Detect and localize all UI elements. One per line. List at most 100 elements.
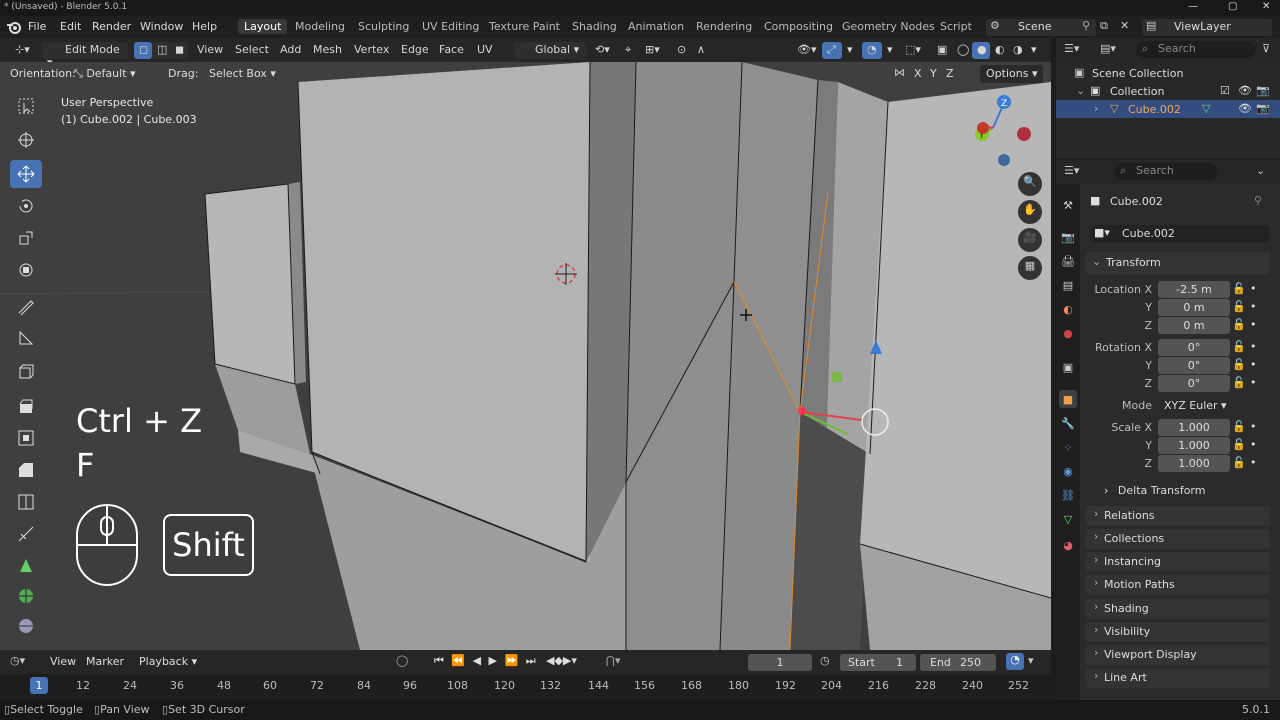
axis-orientation-gizmo[interactable]: Z Y xyxy=(960,90,1040,180)
blender-logo-icon[interactable] xyxy=(6,19,22,38)
properties-search-input[interactable]: ⌕ Search xyxy=(1114,163,1218,180)
select-box-tool-icon[interactable] xyxy=(10,92,42,120)
overlay-menu-icon[interactable]: ▾ xyxy=(882,42,898,59)
pan-hand-icon[interactable]: ✋ xyxy=(1018,200,1042,224)
eye-icon[interactable]: 👁 xyxy=(1238,102,1252,115)
eye-icon[interactable]: 👁 xyxy=(1238,84,1252,97)
render-tab-icon[interactable]: 📷 xyxy=(1059,228,1077,246)
lock-icon[interactable]: 🔓 xyxy=(1232,438,1246,451)
tab-animation[interactable]: Animation xyxy=(622,19,690,34)
menu-select[interactable]: Select xyxy=(230,42,274,59)
timeline-menu-view[interactable]: View xyxy=(50,655,76,668)
menu-face[interactable]: Face xyxy=(434,42,469,59)
menu-help[interactable]: Help xyxy=(192,20,217,33)
poly-build-tool-icon[interactable] xyxy=(10,552,42,580)
rotation-mode-dropdown[interactable]: XYZ Euler ▾ xyxy=(1158,397,1230,414)
tool-tab-icon[interactable]: ⚒ xyxy=(1059,196,1077,214)
vertex-select-mode[interactable]: ◻ xyxy=(134,42,152,59)
keyframe-dot-icon[interactable]: • xyxy=(1250,438,1257,451)
smooth-tool-icon[interactable] xyxy=(10,612,42,640)
outliner-editor-icon[interactable]: ☰▾ xyxy=(1064,42,1079,55)
3d-viewport[interactable]: Orientation: ⤡ Default ▾ Drag: Select Bo… xyxy=(0,62,1051,650)
keyframe-dot-icon[interactable]: • xyxy=(1250,282,1257,295)
spin-tool-icon[interactable] xyxy=(10,582,42,610)
measure-tool-icon[interactable] xyxy=(10,324,42,352)
camera-icon[interactable]: 📷 xyxy=(1256,84,1270,97)
tab-layout[interactable]: Layout xyxy=(238,19,288,34)
collapse-arrow-icon[interactable]: ⌄ xyxy=(1092,255,1101,268)
keyframe-dot-icon[interactable]: • xyxy=(1250,358,1257,371)
new-scene-icon[interactable]: ⧉ xyxy=(1100,19,1108,33)
mirror-y-toggle[interactable]: Y xyxy=(930,67,937,80)
xray-icon[interactable]: ▣ xyxy=(932,42,952,59)
orientation-dropdown[interactable]: ⤡ Default ▾ xyxy=(74,67,136,81)
lock-icon[interactable]: 🔓 xyxy=(1232,420,1246,433)
keyframe-jump-icon[interactable]: ◀◆▶▾ xyxy=(546,654,577,667)
tab-scripting[interactable]: Scripting xyxy=(934,19,972,34)
zoom-icon[interactable]: 🔍 xyxy=(1018,172,1042,196)
camera-view-icon[interactable]: 🎥 xyxy=(1018,228,1042,252)
filter-icon[interactable]: ⊽ xyxy=(1262,42,1270,55)
panel-shading[interactable]: Shading xyxy=(1086,599,1270,619)
tab-shading[interactable]: Shading xyxy=(566,19,623,34)
particles-tab-icon[interactable]: ⁘ xyxy=(1059,438,1077,456)
transform-tool-icon[interactable] xyxy=(10,256,42,284)
camera-icon[interactable]: 📷 xyxy=(1256,102,1270,115)
panel-line-art[interactable]: Line Art xyxy=(1086,668,1270,688)
tab-modeling[interactable]: Modeling xyxy=(289,19,351,34)
gizmo-menu-icon[interactable]: ▾ xyxy=(842,42,858,59)
properties-editor-icon[interactable]: ☰▾ xyxy=(1064,164,1079,177)
scale-z-field[interactable]: 1.000 xyxy=(1158,455,1230,472)
menu-vertex[interactable]: Vertex xyxy=(349,42,394,59)
lock-icon[interactable]: 🔓 xyxy=(1232,282,1246,295)
keyframe-dot-icon[interactable]: • xyxy=(1250,456,1257,469)
delete-scene-icon[interactable]: ✕ xyxy=(1120,19,1129,32)
scale-tool-icon[interactable] xyxy=(10,224,42,252)
keyframe-dot-icon[interactable]: • xyxy=(1250,420,1257,433)
mesh-overlay-icon[interactable]: ⬚▾ xyxy=(900,42,926,59)
loop-cut-tool-icon[interactable] xyxy=(10,488,42,516)
navigation-gizmo[interactable]: Z Y 🔍 ✋ 🎥 ▦ xyxy=(960,90,1042,280)
snap-target-icon[interactable]: ⊞▾ xyxy=(640,42,665,59)
cursor-tool-icon[interactable] xyxy=(10,126,42,154)
expand-arrow-icon[interactable]: › xyxy=(1094,102,1098,115)
menu-edit[interactable]: Edit xyxy=(60,20,81,33)
timeline-menu-marker[interactable]: Marker xyxy=(86,655,124,668)
annotate-tool-icon[interactable] xyxy=(10,292,42,320)
ortho-grid-icon[interactable]: ▦ xyxy=(1018,256,1042,280)
wireframe-shading-icon[interactable]: ◯ xyxy=(952,42,974,59)
tab-compositing[interactable]: Compositing xyxy=(758,19,839,34)
rotation-x-field[interactable]: 0° xyxy=(1158,339,1230,356)
keyframe-dot-icon[interactable]: • xyxy=(1250,340,1257,353)
location-z-field[interactable]: 0 m xyxy=(1158,317,1230,334)
scene-collection-row[interactable]: ▣ Scene Collection xyxy=(1056,64,1280,82)
options-chevron-icon[interactable]: ⌄ xyxy=(1256,164,1265,177)
physics-tab-icon[interactable]: ◉ xyxy=(1059,462,1077,480)
world-tab-icon[interactable]: ● xyxy=(1059,324,1077,342)
scene-tab-icon[interactable]: ◐ xyxy=(1059,300,1077,318)
close-icon[interactable]: ✕ xyxy=(1262,1,1270,12)
bevel-tool-icon[interactable] xyxy=(10,456,42,484)
overlay-toggle-icon[interactable]: ◔ xyxy=(862,42,882,59)
lock-icon[interactable]: 🔓 xyxy=(1232,300,1246,313)
tab-sculpting[interactable]: Sculpting xyxy=(352,19,415,34)
preview-range-icon[interactable]: ◷ xyxy=(820,654,830,667)
tab-texture-paint[interactable]: Texture Paint xyxy=(483,19,566,34)
snap-icon[interactable]: ⌖ xyxy=(620,42,636,59)
display-mode-icon[interactable]: ▤▾ xyxy=(1100,42,1116,55)
solid-shading-icon[interactable]: ● xyxy=(972,42,990,59)
face-select-mode[interactable]: ◼ xyxy=(170,42,188,59)
proportional-edit-icon[interactable]: ⊙ xyxy=(672,42,691,59)
collection-row[interactable]: ⌄ ▣ Collection ☑ 👁 📷 xyxy=(1056,82,1280,100)
drag-dropdown[interactable]: Select Box ▾ xyxy=(209,67,276,80)
knife-tool-icon[interactable] xyxy=(10,520,42,548)
object-row[interactable]: › ▽ Cube.002 ▽ 👁 📷 xyxy=(1056,100,1280,118)
extrude-tool-icon[interactable] xyxy=(10,392,42,420)
snap-timeline-icon[interactable]: ⋂▾ xyxy=(606,654,621,667)
visibility-icon[interactable]: 👁▾ xyxy=(792,42,822,59)
move-tool-icon[interactable] xyxy=(10,160,42,188)
panel-relations[interactable]: Relations xyxy=(1086,506,1270,526)
rotate-tool-icon[interactable] xyxy=(10,192,42,220)
location-x-field[interactable]: -2.5 m xyxy=(1158,281,1230,298)
transform-panel-header[interactable]: ⌄ Transform xyxy=(1086,252,1270,274)
